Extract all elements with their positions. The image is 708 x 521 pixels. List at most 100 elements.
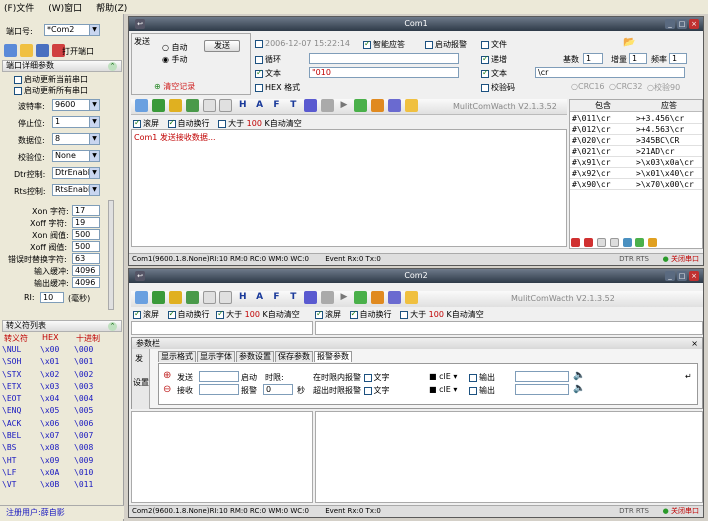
opt-update-all[interactable]: 启动更新所有串口 (14, 85, 88, 96)
crc32-radio[interactable]: ○CRC32 (609, 82, 643, 91)
inbuf-field[interactable]: 4096 (72, 265, 100, 276)
output-row-2[interactable]: 输出 (469, 385, 495, 396)
chk90-radio[interactable]: ○校验90 (647, 82, 680, 93)
lightning-icon[interactable] (405, 99, 418, 112)
connect-icon[interactable] (135, 291, 148, 304)
reply-row[interactable]: #\x91\cr >\x03\x0a\cr (570, 157, 702, 168)
com1-close-port[interactable]: ● 关闭串口 (663, 254, 699, 265)
loop-check[interactable]: 循环 (255, 54, 281, 65)
hex-a-icon[interactable]: A (253, 291, 266, 304)
paste-icon[interactable] (219, 291, 233, 304)
reply-row[interactable]: #\x90\cr >\x70\x00\cr (570, 179, 702, 190)
refresh-icon[interactable] (354, 99, 368, 112)
close-icon[interactable]: × (691, 338, 698, 349)
minimize-icon[interactable]: _ (665, 19, 675, 29)
stop-select[interactable]: 1 ▼ (52, 116, 100, 128)
autowrap-check[interactable]: 自动换行 (167, 118, 210, 128)
alarm-add-icon[interactable]: ⊕ (163, 370, 171, 381)
com2-log-left-top[interactable] (131, 321, 313, 335)
enter-icon[interactable]: ↵ (685, 372, 692, 381)
lightning-icon[interactable] (405, 291, 418, 304)
side-setup-tab[interactable]: 设置 (133, 377, 149, 388)
smart-reply-check[interactable]: 智能应答 (363, 39, 405, 50)
open-port-button[interactable]: 打开端口 (62, 46, 94, 57)
alarm-recv-field[interactable] (199, 384, 239, 395)
gt-value[interactable]: 100 (245, 310, 260, 319)
outbuf-field[interactable]: 4096 (72, 277, 100, 288)
timestamp-check[interactable]: 2006-12-07 15:22:14 (255, 39, 350, 48)
hex-h-icon[interactable]: H (236, 99, 249, 112)
xon-thr-field[interactable]: 500 (72, 229, 100, 240)
copy-icon[interactable] (596, 238, 606, 247)
paint-icon[interactable] (371, 99, 385, 112)
alarm-send-field[interactable] (199, 371, 239, 382)
reply-row[interactable]: #\011\cr >+3.456\cr (570, 113, 702, 124)
hex-h-icon[interactable]: H (236, 291, 249, 304)
incr-check[interactable]: 递增 (481, 54, 507, 65)
download-icon[interactable] (185, 291, 199, 304)
import-icon[interactable] (622, 238, 632, 247)
scroll-check-2[interactable]: 滚屏 (315, 309, 341, 319)
pen-icon[interactable] (303, 99, 317, 112)
gt-value[interactable]: 100 (247, 119, 262, 128)
edit-icon[interactable] (609, 238, 619, 247)
tab-alarm-params[interactable]: 报警参数 (314, 351, 352, 362)
refresh-icon[interactable] (354, 291, 368, 304)
add-icon[interactable] (571, 238, 580, 247)
folder-icon[interactable] (20, 44, 33, 57)
autowrap-check-2[interactable]: 自动换行 (349, 309, 392, 319)
checksum-check[interactable]: 校验码 (481, 82, 515, 93)
start-alarm-check[interactable]: 启动报警 (425, 39, 467, 50)
speaker-icon[interactable]: 🔈 (573, 383, 585, 394)
connect-icon[interactable] (4, 44, 17, 57)
close-icon[interactable]: × (689, 19, 699, 29)
tab-save-params[interactable]: 保存参数 (275, 351, 313, 362)
xoff-thr-field[interactable]: 500 (72, 241, 100, 252)
hex-t-icon[interactable]: T (287, 291, 300, 304)
save-icon[interactable] (36, 44, 49, 57)
export-icon[interactable] (635, 238, 645, 247)
bucket-icon[interactable] (388, 99, 402, 112)
clear-log-button[interactable]: ⊕ 清空记录 (154, 81, 195, 92)
com2-titlebar[interactable]: ↩ Com2 _ □ × (129, 269, 703, 283)
hex-check[interactable]: HEX 格式 (255, 82, 300, 93)
hex-a-icon[interactable]: A (253, 99, 266, 112)
params-header[interactable]: 端口详细参数 ⌃ (2, 60, 122, 72)
menu-window[interactable]: (W)窗口 (48, 1, 82, 14)
lightning-icon[interactable] (648, 238, 658, 247)
remove-icon[interactable] (583, 238, 593, 247)
text2-field[interactable]: \cr (535, 67, 685, 78)
tab-display-format[interactable]: 显示格式 (158, 351, 196, 362)
copy-icon[interactable] (202, 99, 216, 112)
paste-icon[interactable] (219, 99, 233, 112)
text-check[interactable]: 文本 (255, 68, 281, 79)
tab-param-settings[interactable]: 参数设置 (236, 351, 274, 362)
menu-help[interactable]: 帮助(Z) (96, 1, 127, 14)
crc16-radio[interactable]: ○CRC16 (571, 82, 605, 91)
reply-row[interactable]: #\020\cr >345BC\CR (570, 135, 702, 146)
speaker-icon[interactable]: 🔈 (573, 370, 585, 381)
com2-log-right-top[interactable] (315, 321, 703, 335)
xon-char-field[interactable]: 17 (72, 205, 100, 216)
gt-check[interactable]: 大于 (218, 119, 244, 128)
menu-file[interactable]: (F)文件 (4, 1, 34, 14)
scroll-check[interactable]: 滚屏 (133, 118, 159, 128)
collapse-icon[interactable]: ⌃ (108, 322, 117, 331)
send-button[interactable]: 发送 (204, 40, 240, 52)
radio-manual[interactable]: ◉ 手动 (162, 54, 188, 65)
play-icon[interactable] (151, 291, 165, 304)
folder-open-icon[interactable]: 📂 (623, 37, 635, 48)
copy-icon[interactable] (202, 291, 216, 304)
databits-select[interactable]: 8 ▼ (52, 133, 100, 145)
bucket-icon[interactable] (388, 291, 402, 304)
reply-row[interactable]: #\x92\cr >\x01\x40\cr (570, 168, 702, 179)
output-row-1[interactable]: 输出 (469, 372, 495, 383)
maximize-icon[interactable]: □ (677, 19, 687, 29)
radio-auto[interactable]: ○ 自动 (162, 42, 188, 53)
parity-select[interactable]: None ▼ (52, 150, 100, 162)
autowrap-check[interactable]: 自动换行 (167, 309, 210, 319)
com2-close-port[interactable]: ● 关闭串口 (663, 506, 699, 517)
com2-log-right[interactable] (315, 411, 703, 503)
dtr-select[interactable]: DtrEnable ▼ (52, 167, 100, 179)
port-select[interactable]: *Com2 ▼ (44, 24, 100, 36)
